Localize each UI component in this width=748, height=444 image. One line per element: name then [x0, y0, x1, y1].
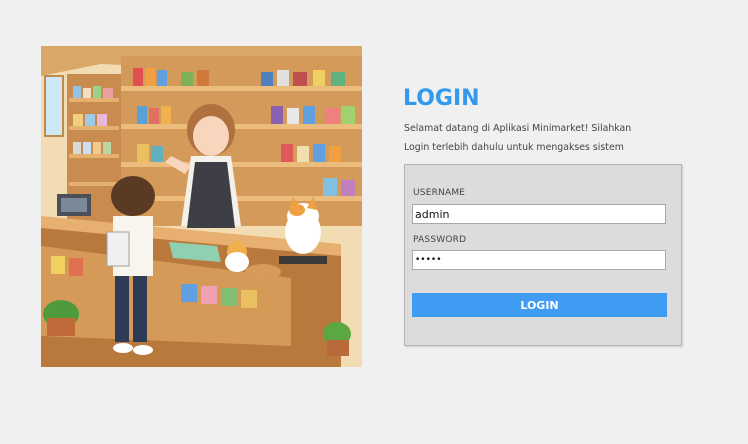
- welcome-text: Selamat datang di Aplikasi Minimarket! S…: [404, 119, 664, 157]
- login-button[interactable]: LOGIN: [412, 293, 667, 317]
- password-input[interactable]: [412, 250, 666, 270]
- page-title: LOGIN: [403, 86, 480, 111]
- minimarket-illustration: [41, 46, 362, 367]
- username-label: USERNAME: [413, 188, 466, 198]
- welcome-line-1: Selamat datang di Aplikasi Minimarket! S…: [404, 123, 632, 134]
- welcome-line-2: Login terlebih dahulu untuk mengakses si…: [404, 142, 624, 153]
- password-label: PASSWORD: [413, 235, 467, 245]
- username-input[interactable]: [412, 204, 666, 224]
- login-form: USERNAME PASSWORD LOGIN: [404, 164, 682, 346]
